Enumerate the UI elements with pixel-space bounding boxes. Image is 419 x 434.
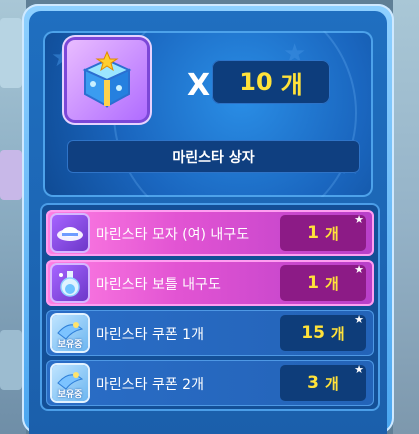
list-item[interactable]: 마린스타 모자 (여) 내구도 1 개 ★ (46, 210, 374, 256)
quantity-unit: 개 (325, 224, 339, 243)
quantity-value: 3 (307, 373, 320, 393)
star-icon: ★ (354, 263, 364, 276)
background-panel (0, 330, 22, 390)
owned-tag: 보유중 (57, 340, 83, 350)
game-background-right (393, 0, 419, 434)
background-panel (0, 150, 22, 200)
quantity-unit: 개 (325, 374, 339, 393)
marinstar-box-icon (67, 40, 147, 120)
reward-item-name: 마린스타 상자 (67, 140, 360, 173)
list-item-quantity: 15 개 ★ (280, 313, 366, 351)
quantity-unit: 개 (330, 324, 345, 343)
list-item[interactable]: 보유중 마린스타 쿠폰 1개 15 개 ★ (46, 310, 374, 356)
list-item-label: 마린스타 모자 (여) 내구도 (96, 227, 250, 243)
list-item-label: 마린스타 쿠폰 1개 (96, 327, 204, 343)
owned-tag: 보유중 (57, 390, 83, 400)
reward-count: 10 개 (212, 60, 330, 104)
star-icon: ★ (354, 213, 364, 226)
star-icon: ★ (354, 363, 364, 376)
list-item[interactable]: 보유중 마린스타 쿠폰 2개 3 개 ★ (46, 360, 374, 406)
reward-count-unit: 개 (280, 70, 303, 99)
coupon-icon: 보유중 (52, 365, 88, 401)
list-item-label: 마린스타 보틀 내구도 (96, 277, 221, 293)
star-icon: ★ (354, 313, 364, 326)
list-item-quantity: 1 개 ★ (280, 263, 366, 301)
list-item-label: 마린스타 쿠폰 2개 (96, 377, 204, 393)
list-item-quantity: 3 개 ★ (280, 363, 366, 401)
list-item[interactable]: 마린스타 보틀 내구도 1 개 ★ (46, 260, 374, 306)
reward-count-value: 10 (239, 68, 273, 96)
list-item-quantity: 1 개 ★ (280, 213, 366, 251)
hat-blueprint-icon (52, 215, 88, 251)
bottle-blueprint-icon (52, 265, 88, 301)
multiplier-symbol: X (187, 68, 211, 103)
quantity-value: 1 (307, 273, 320, 293)
quantity-value: 15 (301, 323, 325, 343)
background-panel (0, 18, 22, 88)
quantity-unit: 개 (325, 274, 339, 293)
coupon-icon: 보유중 (52, 315, 88, 351)
box-contents-list: 마린스타 모자 (여) 내구도 1 개 ★ 마린스타 보틀 내구도 1 개 ★ (40, 203, 380, 411)
quantity-value: 1 (307, 223, 320, 243)
